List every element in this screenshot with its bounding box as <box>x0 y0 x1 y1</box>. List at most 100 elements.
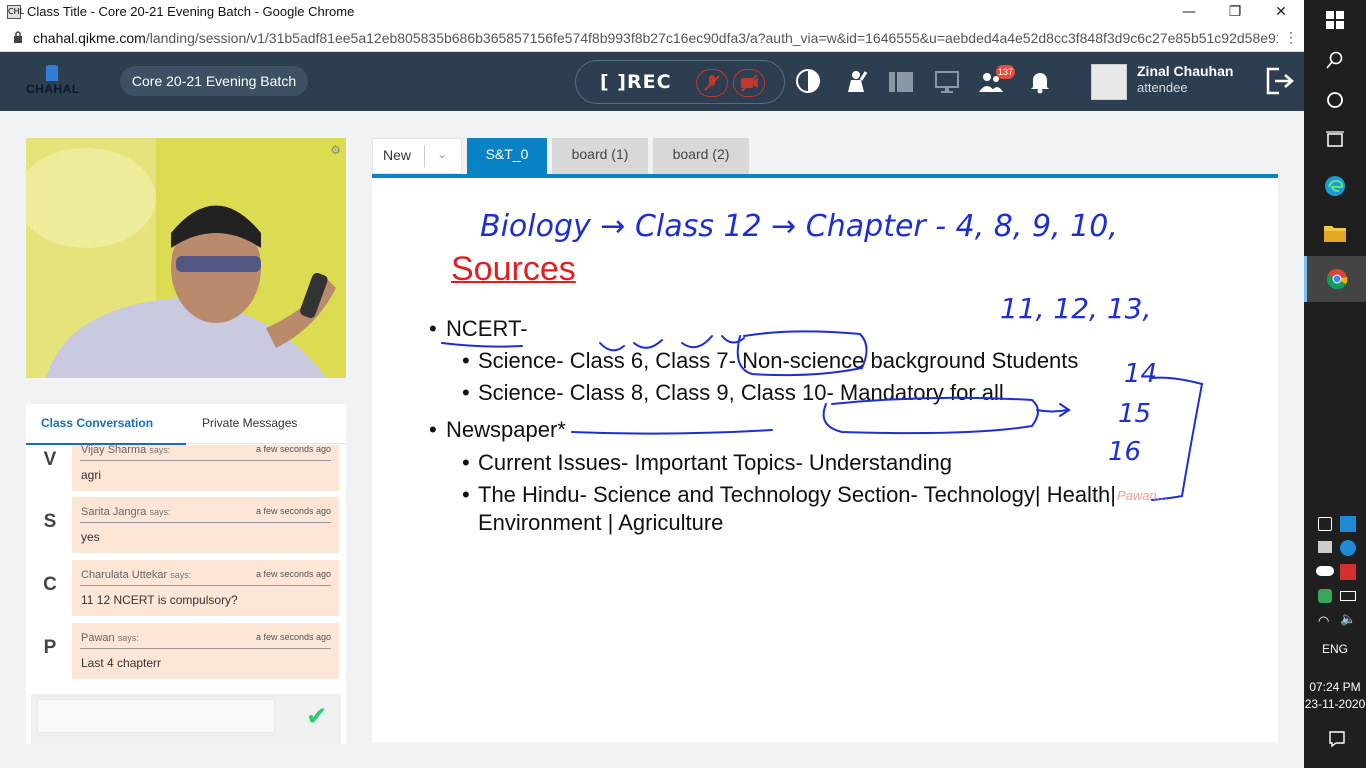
volume-icon[interactable]: 🔈 <box>1340 612 1356 627</box>
onedrive-icon[interactable] <box>1316 566 1334 576</box>
close-icon[interactable]: ✕ <box>1258 0 1304 24</box>
board-tab-bar: New ⌄ S&T_0 board (1) board (2) <box>372 138 1278 174</box>
chahal-logo: CHAHAL <box>26 65 80 101</box>
sender-name: Charulata Uttekar says: <box>81 569 191 581</box>
url-text[interactable]: chahal.qikme.com/landing/session/v1/31b5… <box>33 30 1278 46</box>
tray-app-icon[interactable] <box>1318 517 1332 531</box>
mic-muted-icon[interactable] <box>696 69 728 97</box>
new-board-label: New <box>383 147 412 163</box>
says-label: says: <box>149 445 171 455</box>
address-bar[interactable]: chahal.qikme.com/landing/session/v1/31b5… <box>0 24 1304 52</box>
message-bubble: Charulata Uttekar says: a few seconds ag… <box>72 560 339 616</box>
chat-panel: Class Conversation Private Messages V Vi… <box>26 404 346 744</box>
browser-menu-icon[interactable]: ⋮ <box>1284 29 1298 46</box>
clock-time[interactable]: 07:24 PM <box>1304 680 1366 694</box>
tray-network-app-icon[interactable] <box>1340 516 1356 532</box>
site-favicon: CHL <box>7 5 24 19</box>
minimize-icon[interactable]: — <box>1166 0 1212 24</box>
tray-device-icon[interactable] <box>1318 541 1332 553</box>
contrast-icon[interactable] <box>795 68 823 96</box>
new-board-dropdown[interactable]: New ⌄ <box>372 138 462 174</box>
tray-teamviewer-icon[interactable] <box>1340 540 1356 556</box>
divider <box>80 522 331 523</box>
circle-stroke <box>822 396 1039 435</box>
user-avatar[interactable] <box>1091 64 1127 100</box>
underline-stroke <box>571 429 773 435</box>
chat-message: P Pawan says: a few seconds ago Last 4 c… <box>26 623 346 679</box>
notification-bell-icon[interactable] <box>1026 68 1054 96</box>
presenter-video: ⚙ <box>26 138 346 378</box>
wifi-icon[interactable]: ◠ <box>1318 613 1329 629</box>
battery-icon[interactable] <box>1340 591 1356 601</box>
avatar: P <box>33 631 67 665</box>
handwritten-note: 11, 12, 13, <box>1000 292 1151 325</box>
handwritten-note: 14 <box>1124 359 1157 389</box>
message-text: Last 4 chapterr <box>81 656 162 670</box>
chrome-taskbar-item[interactable] <box>1304 256 1366 302</box>
clock-date[interactable]: 23-11-2020 <box>1304 697 1366 711</box>
chat-message: V Vijay Sharma says: a few seconds ago a… <box>26 445 346 491</box>
chevron-down-icon[interactable]: ⌄ <box>437 147 447 161</box>
send-check-icon[interactable]: ✔ <box>306 702 328 732</box>
restore-icon[interactable]: ❐ <box>1212 0 1258 24</box>
sender-name: Vijay Sharma says: <box>81 445 170 456</box>
lock-icon <box>14 31 22 43</box>
tab-class-conversation[interactable]: Class Conversation <box>41 416 153 430</box>
logo-mark-icon <box>46 65 58 81</box>
sender-name-text: Pawan <box>81 632 115 644</box>
screen-share-icon[interactable] <box>933 68 961 96</box>
recording-controls: [ ]REC <box>575 60 785 104</box>
file-explorer-icon[interactable] <box>1323 222 1347 244</box>
edge-browser-icon[interactable] <box>1323 174 1347 198</box>
chat-compose: ✔ <box>31 694 341 744</box>
chat-input[interactable] <box>37 699 275 733</box>
message-time: a few seconds ago <box>255 632 331 642</box>
app-header: CHAHAL Core 20-21 Evening Batch [ ]REC 1… <box>0 52 1304 111</box>
message-text: 11 12 NCERT is compulsory? <box>81 593 238 607</box>
logo-text: CHAHAL <box>26 82 80 96</box>
handwriting-annotations: Biology → Class 12 → Chapter - 4, 8, 9, … <box>441 209 1204 501</box>
avatar: S <box>33 505 67 539</box>
windows-security-icon[interactable] <box>1318 589 1332 603</box>
window-title: Class Title - Core 20-21 Evening Batch -… <box>27 4 355 19</box>
layout-icon[interactable] <box>887 68 915 96</box>
message-time: a few seconds ago <box>255 506 331 516</box>
windows-start-icon[interactable] <box>1326 11 1344 29</box>
sender-name-text: Vijay Sharma <box>81 445 147 456</box>
tab-board-2[interactable]: board (2) <box>653 138 749 174</box>
message-bubble: Pawan says: a few seconds ago Last 4 cha… <box>72 623 339 679</box>
chat-message-list[interactable]: V Vijay Sharma says: a few seconds ago a… <box>26 445 346 690</box>
message-text: yes <box>81 530 100 544</box>
video-settings-icon[interactable]: ⚙ <box>330 143 341 157</box>
pen-user-watermark: Pawan... <box>1117 488 1168 503</box>
browser-title-bar: CHL Class Title - Core 20-21 Evening Bat… <box>0 0 1304 24</box>
url-path: /landing/session/v1/31b5adf81ee5a12eb805… <box>145 30 1278 46</box>
arrow-stroke <box>1036 403 1071 417</box>
user-role: attendee <box>1137 80 1188 95</box>
cortana-icon[interactable] <box>1326 91 1344 109</box>
bracket-stroke <box>1151 376 1204 501</box>
task-view-icon[interactable] <box>1325 131 1345 149</box>
whiteboard-panel: New ⌄ S&T_0 board (1) board (2) Sources … <box>372 138 1278 742</box>
divider <box>80 460 331 461</box>
chrome-icon <box>1326 269 1347 290</box>
tab-private-messages[interactable]: Private Messages <box>202 416 297 430</box>
camera-off-icon[interactable] <box>733 69 765 97</box>
tray-anydesk-icon[interactable] <box>1340 564 1356 580</box>
says-label: says: <box>117 633 139 643</box>
tab-s-and-t-0[interactable]: S&T_0 <box>467 138 547 174</box>
message-bubble: Vijay Sharma says: a few seconds ago agr… <box>72 445 339 491</box>
logout-icon[interactable] <box>1265 66 1295 96</box>
raise-hand-icon[interactable] <box>842 68 870 96</box>
record-button[interactable]: [ ]REC <box>600 71 672 93</box>
tab-board-1[interactable]: board (1) <box>552 138 648 174</box>
presenter-video-frame <box>26 138 346 378</box>
action-center-icon[interactable] <box>1328 730 1346 748</box>
search-icon[interactable] <box>1326 51 1344 69</box>
handwritten-note: 16 <box>1108 437 1141 467</box>
chat-message: S Sarita Jangra says: a few seconds ago … <box>26 497 346 553</box>
message-bubble: Sarita Jangra says: a few seconds ago ye… <box>72 497 339 553</box>
board-canvas[interactable]: Sources NCERT- Science- Class 6, Class 7… <box>372 178 1278 742</box>
language-indicator[interactable]: ENG <box>1304 642 1366 656</box>
sender-name-text: Charulata Uttekar <box>81 569 168 581</box>
